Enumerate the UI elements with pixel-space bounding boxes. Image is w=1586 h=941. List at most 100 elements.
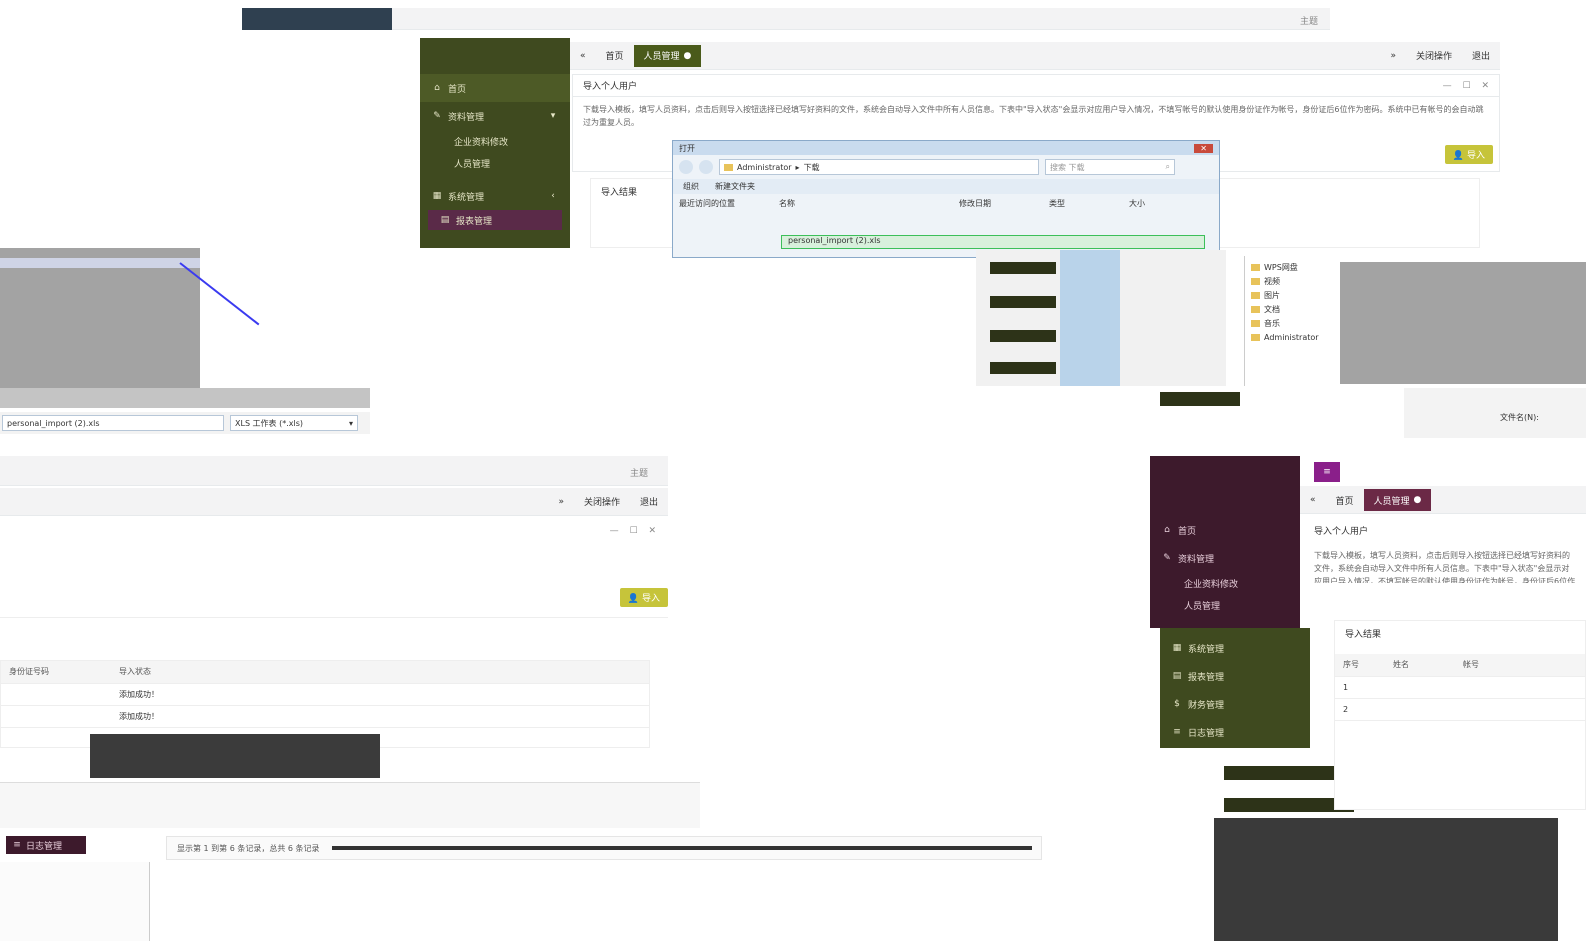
glitch-sidebar-item [990, 296, 1056, 308]
bottom-left-sidebar-chip[interactable]: ≡ 日志管理 [6, 836, 86, 854]
tab-forward-button[interactable]: » [548, 491, 574, 513]
filename-input[interactable]: personal_import (2).xls [2, 415, 224, 431]
modal-title: 导入个人用户 [1314, 527, 1369, 537]
import-button[interactable]: 👤 导入 [1444, 145, 1493, 164]
sidebar-item-system[interactable]: ▦ 系统管理 ‹ [420, 182, 570, 210]
cell-account [1455, 698, 1585, 721]
maximize-icon[interactable]: ☐ [630, 526, 638, 536]
path-segment[interactable]: 下载 [804, 162, 820, 173]
sidebar-item-report[interactable]: ▤ 报表管理 [1160, 662, 1310, 690]
sidebar-item-label: 日志管理 [26, 841, 63, 852]
minimize-icon[interactable]: — [1443, 81, 1452, 91]
back-arrow-icon[interactable] [679, 160, 693, 174]
filetype-value: XLS 工作表 (*.xls) [235, 418, 304, 428]
logout-button[interactable]: 退出 [1462, 45, 1500, 67]
close-icon[interactable]: ✕ [1194, 143, 1213, 153]
table-header-row: 序号 姓名 帐号 [1335, 654, 1585, 677]
sidebar-item-label: 报表管理 [456, 216, 493, 227]
sidebar-item-data-manage[interactable]: ✎ 资料管理 ▾ [420, 102, 570, 130]
tree-item[interactable]: 视频 [1245, 274, 1336, 288]
home-icon: ⌂ [434, 83, 440, 93]
path-segment[interactable]: Administrator [737, 163, 792, 172]
table-row: 1 [1335, 676, 1585, 699]
close-icon[interactable]: ✕ [648, 526, 656, 536]
search-input[interactable]: 搜索 下载 ⌕ [1045, 159, 1175, 175]
sidebar-item-company-edit[interactable]: 企业资料修改 [420, 130, 570, 152]
close-icon[interactable]: ● [684, 51, 692, 61]
tree-item[interactable]: 图片 [1245, 288, 1336, 302]
logout-button[interactable]: 退出 [630, 491, 668, 513]
sidebar-item-home[interactable]: ⌂ 首页 [420, 74, 570, 102]
dialog-columns: 最近访问的位置 名称 修改日期 类型 大小 [673, 194, 1219, 213]
tree-item[interactable]: Administrator [1245, 330, 1336, 344]
col-modified[interactable]: 修改日期 [959, 198, 1049, 209]
col-type[interactable]: 类型 [1049, 198, 1129, 209]
close-ops-button[interactable]: 关闭操作 [574, 491, 630, 513]
tab-home[interactable]: 首页 [1326, 489, 1364, 511]
user-icon: 👤 [1452, 151, 1465, 161]
tab-back-button[interactable]: « [1300, 489, 1326, 511]
minimize-icon[interactable]: — [610, 526, 619, 536]
sidebar-item-label: 报表管理 [1188, 672, 1225, 683]
folder-icon [1251, 319, 1260, 327]
glitch-sidebar-item [990, 362, 1056, 374]
close-icon[interactable]: ● [1414, 495, 1422, 505]
tab-staff-manage[interactable]: 人员管理 ● [633, 44, 702, 67]
tab-staff-manage[interactable]: 人员管理 ● [1363, 489, 1432, 511]
list-icon: ≡ [13, 840, 21, 850]
organize-button[interactable]: 组织 [683, 181, 699, 192]
tree-label: Administrator [1264, 332, 1319, 342]
recent-places[interactable]: 最近访问的位置 [679, 198, 779, 209]
close-ops-button[interactable]: 关闭操作 [1406, 45, 1462, 67]
glitch-blue-column [1060, 250, 1120, 386]
sidebar-item-data-manage[interactable]: ✎ 资料管理 [1150, 544, 1300, 572]
file-row-selected[interactable]: personal_import (2).xls [781, 235, 1205, 249]
sidebar-item-system[interactable]: ▦ 系统管理 [1160, 634, 1310, 662]
sidebar-item-report[interactable]: ▤ 报表管理 [428, 210, 562, 230]
sidebar-olive: ⌂ 首页 ✎ 资料管理 ▾ 企业资料修改 人员管理 ▦ 系统管理 ‹ ▤ 报表管… [420, 38, 570, 248]
filename-label: 文件名(N): [1500, 413, 1539, 422]
forward-arrow-icon[interactable] [699, 160, 713, 174]
sidebar-item-staff[interactable]: 人员管理 [420, 152, 570, 174]
sidebar-item-staff[interactable]: 人员管理 [1150, 594, 1300, 616]
theme-label[interactable]: 主题 [1300, 14, 1318, 27]
glitch-gray-right [1340, 262, 1586, 384]
sidebar-item-label: 日志管理 [1188, 728, 1225, 739]
top-navbar [242, 8, 392, 30]
search-icon: ⌕ [1165, 162, 1170, 171]
tab-forward-button[interactable]: » [1380, 45, 1406, 67]
cell-name [1385, 676, 1455, 699]
pagination-bar: 显示第 1 到第 6 条记录，总共 6 条记录 [166, 836, 1042, 860]
sidebar-item-label: 企业资料修改 [454, 137, 509, 148]
table-row: 添加成功！ [1, 705, 649, 728]
import-button[interactable]: 👤 导入 [619, 588, 668, 607]
tree-label: 文档 [1264, 304, 1280, 314]
theme-label[interactable]: 主题 [630, 466, 648, 479]
sidebar-plum-header [1150, 456, 1300, 516]
tree-item[interactable]: WPS网盘 [1245, 260, 1336, 274]
file-name: personal_import (2).xls [788, 236, 881, 245]
hamburger-icon[interactable]: ≡ [1314, 462, 1340, 482]
close-icon[interactable]: ✕ [1481, 81, 1489, 91]
tab-home[interactable]: 首页 [596, 45, 634, 67]
sidebar-item-label: 资料管理 [1178, 554, 1215, 565]
col-name[interactable]: 名称 [779, 198, 959, 209]
filetype-select[interactable]: XLS 工作表 (*.xls) ▾ [230, 415, 358, 431]
sidebar-item-company-edit[interactable]: 企业资料修改 [1150, 572, 1300, 594]
new-folder-button[interactable]: 新建文件夹 [715, 181, 755, 192]
sidebar-item-home[interactable]: ⌂ 首页 [1150, 516, 1300, 544]
import-hint: 下载导入模板，填写人员资料，点击后则导入按钮选择已经填写好资料的文件，系统会自动… [1314, 551, 1576, 583]
sidebar-item-finance[interactable]: $ 财务管理 [1160, 690, 1310, 718]
col-size[interactable]: 大小 [1129, 198, 1189, 209]
address-bar[interactable]: Administrator ▸ 下载 [719, 159, 1039, 175]
sidebar-item-log[interactable]: ≡ 日志管理 [1160, 718, 1310, 746]
maximize-icon[interactable]: ☐ [1463, 81, 1471, 91]
bottom-left-modal: — ☐ ✕ 👤 导入 [0, 518, 668, 618]
tree-item[interactable]: 音乐 [1245, 316, 1336, 330]
filename-value: personal_import (2).xls [7, 418, 100, 428]
sidebar-item-label: 首页 [448, 84, 467, 95]
bottom-left-tabs: » 关闭操作 退出 [0, 488, 668, 516]
tree-item[interactable]: 文档 [1245, 302, 1336, 316]
result-table: 身份证号码 导入状态 添加成功！ 添加成功！ [1, 661, 649, 728]
tab-back-button[interactable]: « [570, 45, 596, 67]
